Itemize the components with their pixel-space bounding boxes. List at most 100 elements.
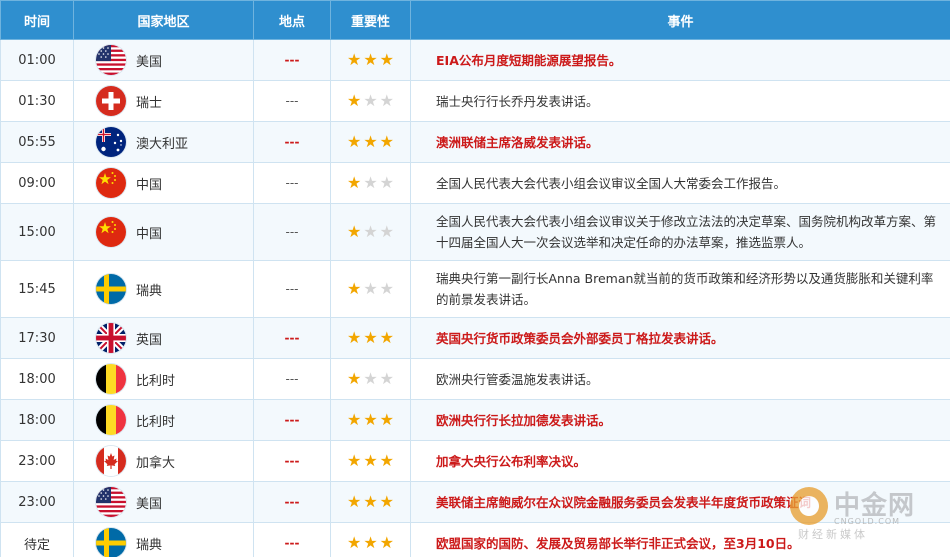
star-icon: ★ (346, 450, 362, 470)
importance-cell: ★ ★ ★ (330, 481, 411, 523)
place-cell: --- (253, 39, 331, 81)
flag-se-icon (96, 528, 126, 557)
table-row[interactable]: 23:00 美国 --- ★ ★ ★ 美联储主席鲍威尔在众议院金融服务委员会发表半年度货币政… (0, 481, 950, 523)
table-row[interactable]: 15:45 瑞典 --- ★ ★ ★ 瑞典央行第一副行长Anna Breman就当前的货币政… (0, 260, 950, 318)
time-cell: 23:00 (0, 440, 74, 482)
event-cell: 欧洲央行管委温施发表讲话。 (410, 358, 950, 400)
event-cell: 美联储主席鲍威尔在众议院金融服务委员会发表半年度货币政策证词 (410, 481, 950, 523)
country-cell: 瑞典 (73, 522, 254, 557)
time-cell: 18:00 (0, 399, 74, 441)
table-row[interactable]: 23:00 加拿大 --- ★ ★ ★ 加拿大央行公布利率决议。 (0, 440, 950, 482)
header-time: 时间 (0, 0, 74, 40)
calendar-table: 时间 国家地区 地点 重要性 事件 01:00 美国 --- ★ ★ ★ EIA公布月度短期… (0, 0, 950, 557)
country-wrap: 美国 (96, 487, 253, 517)
country-name: 美国 (136, 496, 163, 512)
importance-cell: ★ ★ ★ (330, 203, 411, 261)
country-name: 瑞典 (136, 283, 163, 299)
country-name: 加拿大 (136, 455, 176, 471)
header-importance: 重要性 (330, 0, 411, 40)
country-cell: 比利时 (73, 358, 254, 400)
country-name: 比利时 (136, 373, 176, 389)
star-icon: ★ (363, 532, 378, 552)
flag-be-icon (96, 405, 126, 435)
header-place: 地点 (253, 0, 331, 40)
country-wrap: 中国 (96, 168, 253, 198)
importance-cell: ★ ★ ★ (330, 162, 411, 204)
country-cell: 瑞士 (73, 80, 254, 122)
flag-ca-icon (96, 446, 126, 476)
star-icon: ★ (346, 49, 362, 69)
country-wrap: 比利时 (96, 405, 253, 435)
country-wrap: 澳大利亚 (96, 127, 253, 157)
table-row[interactable]: 01:00 美国 --- ★ ★ ★ EIA公布月度短期能源展望报告。 (0, 39, 950, 81)
star-icon: ★ (363, 172, 378, 192)
place-cell: --- (253, 162, 331, 204)
time-cell: 15:45 (0, 260, 74, 318)
table-row[interactable]: 09:00 中国 --- ★ ★ ★ 全国人民代表大会代表小组会议审议全国人大常委会工作报告… (0, 162, 950, 204)
flag-se-icon (96, 274, 126, 304)
star-icon: ★ (346, 90, 362, 110)
country-name: 瑞典 (136, 537, 163, 553)
star-icon: ★ (379, 49, 395, 69)
importance-cell: ★ ★ ★ (330, 358, 411, 400)
star-icon: ★ (346, 327, 362, 347)
place-cell: --- (253, 80, 331, 122)
place-cell: --- (253, 121, 331, 163)
country-cell: 美国 (73, 481, 254, 523)
star-icon: ★ (379, 221, 395, 241)
star-icon: ★ (346, 491, 362, 511)
time-cell: 17:30 (0, 317, 74, 359)
table-row[interactable]: 17:30 英国 --- ★ ★ ★ 英国央行货币政策委员会外部委员丁格拉发表讲话。 (0, 317, 950, 359)
country-wrap: 瑞士 (96, 86, 253, 116)
star-icon: ★ (363, 90, 378, 110)
country-wrap: 瑞典 (96, 528, 253, 557)
star-icon: ★ (363, 450, 378, 470)
table-row[interactable]: 01:30 瑞士 --- ★ ★ ★ 瑞士央行行长乔丹发表讲话。 (0, 80, 950, 122)
place-cell: --- (253, 522, 331, 557)
country-name: 英国 (136, 332, 163, 348)
star-icon: ★ (379, 90, 395, 110)
table-row[interactable]: 18:00 比利时 --- ★ ★ ★ 欧洲央行管委温施发表讲话。 (0, 358, 950, 400)
table-row[interactable]: 05:55 澳大利亚 --- ★ ★ ★ 澳洲联储主席洛威发表讲话。 (0, 121, 950, 163)
country-name: 美国 (136, 54, 163, 70)
star-icon: ★ (379, 368, 395, 388)
event-cell: 欧洲央行行长拉加德发表讲话。 (410, 399, 950, 441)
event-cell: EIA公布月度短期能源展望报告。 (410, 39, 950, 81)
event-cell: 澳洲联储主席洛威发表讲话。 (410, 121, 950, 163)
country-cell: 比利时 (73, 399, 254, 441)
header-event: 事件 (410, 0, 950, 40)
flag-us-icon (96, 45, 126, 75)
place-cell: --- (253, 203, 331, 261)
table-row[interactable]: 15:00 中国 --- ★ ★ ★ 全国人民代表大会代表小组会议审议关于修改立法法的决定草… (0, 203, 950, 261)
star-icon: ★ (363, 409, 378, 429)
star-icon: ★ (346, 221, 362, 241)
time-cell: 23:00 (0, 481, 74, 523)
flag-cn-icon (96, 217, 126, 247)
country-cell: 瑞典 (73, 260, 254, 318)
country-name: 澳大利亚 (136, 136, 189, 152)
place-cell: --- (253, 440, 331, 482)
table-row[interactable]: 18:00 比利时 --- ★ ★ ★ 欧洲央行行长拉加德发表讲话。 (0, 399, 950, 441)
star-icon: ★ (363, 49, 378, 69)
place-cell: --- (253, 260, 331, 318)
star-icon: ★ (379, 172, 395, 192)
header-row: 时间 国家地区 地点 重要性 事件 (0, 0, 950, 40)
star-icon: ★ (379, 131, 395, 151)
star-icon: ★ (363, 131, 378, 151)
header-country: 国家地区 (73, 0, 254, 40)
star-icon: ★ (379, 450, 395, 470)
time-cell: 待定 (0, 522, 74, 557)
table-row[interactable]: 待定 瑞典 --- ★ ★ ★ 欧盟国家的国防、发展及贸易部长举行非正式会议，至3月10日。 (0, 522, 950, 557)
flag-cn-icon (96, 168, 126, 198)
event-cell: 瑞典央行第一副行长Anna Breman就当前的货币政策和经济形势以及通货膨胀和… (410, 260, 950, 318)
flag-us-icon (96, 487, 126, 517)
country-name: 中国 (136, 177, 163, 193)
importance-cell: ★ ★ ★ (330, 399, 411, 441)
place-cell: --- (253, 399, 331, 441)
event-cell: 全国人民代表大会代表小组会议审议关于修改立法法的决定草案、国务院机构改革方案、第… (410, 203, 950, 261)
time-cell: 18:00 (0, 358, 74, 400)
importance-cell: ★ ★ ★ (330, 121, 411, 163)
star-icon: ★ (363, 278, 378, 298)
star-icon: ★ (346, 131, 362, 151)
flag-au-icon (96, 127, 126, 157)
